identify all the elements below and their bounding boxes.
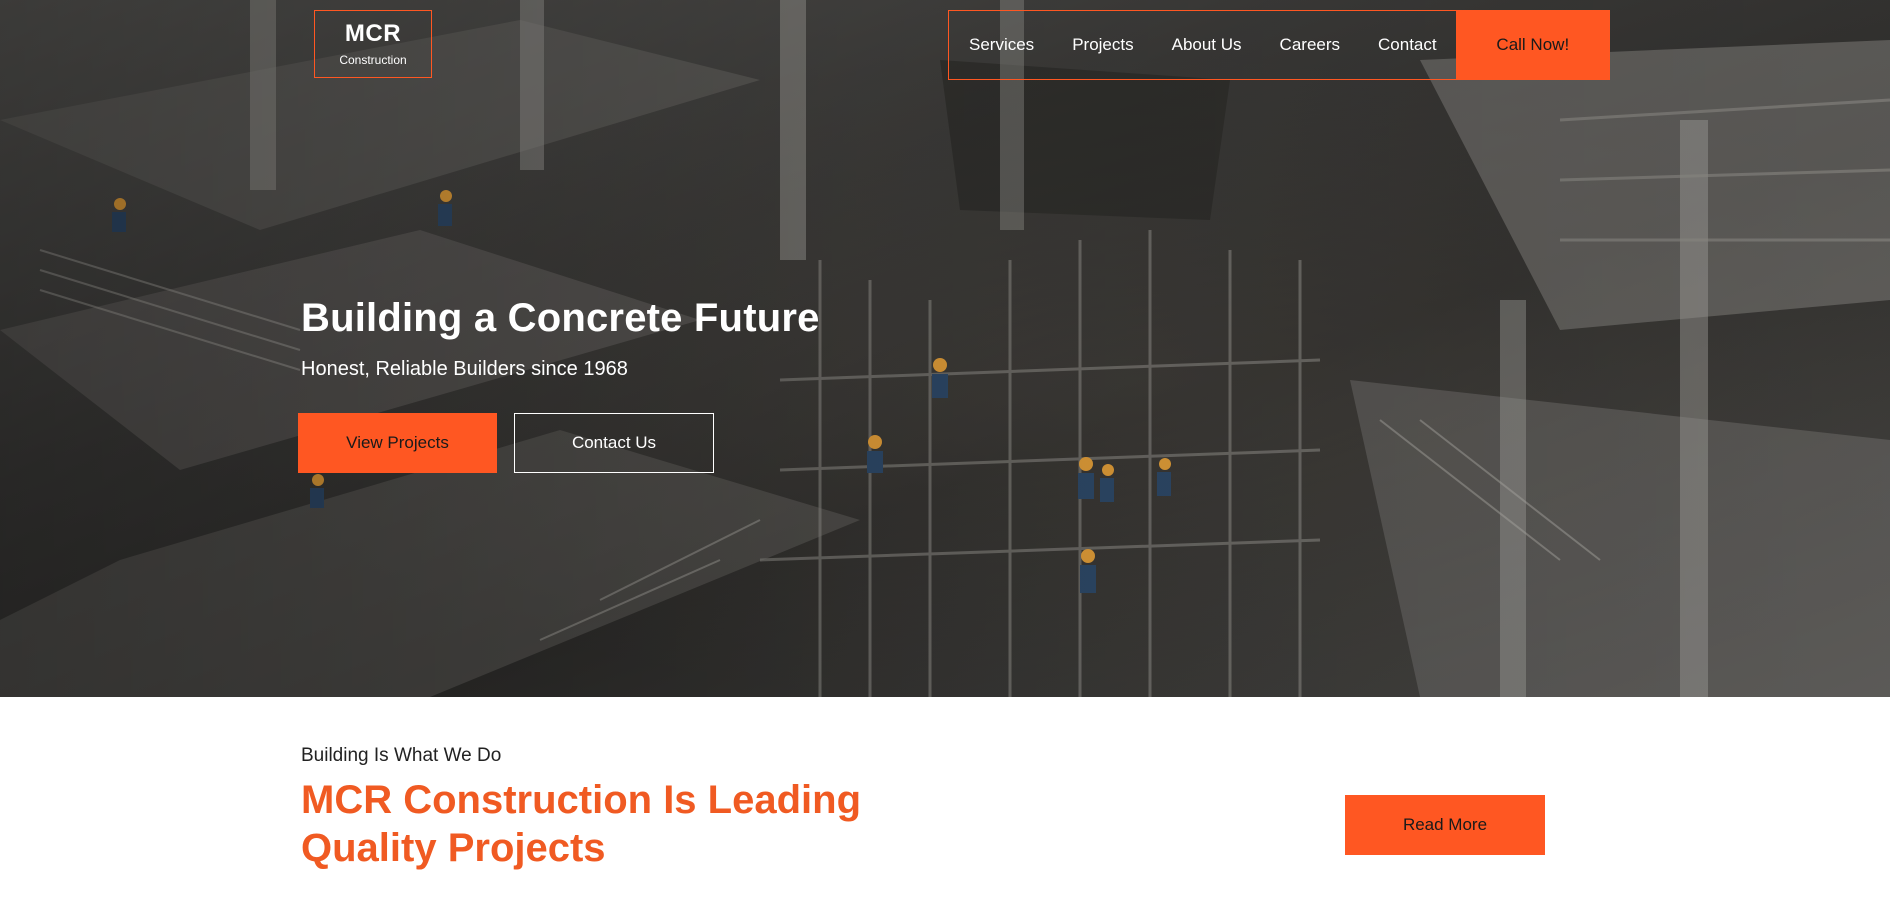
logo-title: MCR — [344, 20, 402, 47]
main-nav: Services Projects About Us Careers Conta… — [948, 10, 1610, 80]
nav-link-projects[interactable]: Projects — [1053, 35, 1152, 55]
contact-us-button[interactable]: Contact Us — [514, 413, 714, 473]
hero-subtitle: Honest, Reliable Builders since 1968 — [301, 358, 628, 380]
about-eyebrow: Building Is What We Do — [301, 745, 502, 766]
call-now-button[interactable]: Call Now! — [1455, 10, 1610, 80]
nav-link-about-us[interactable]: About Us — [1153, 35, 1261, 55]
nav-link-careers[interactable]: Careers — [1261, 35, 1359, 55]
site-logo[interactable]: MCR Construction — [314, 10, 432, 78]
nav-link-services[interactable]: Services — [949, 35, 1053, 55]
logo-subtitle: Construction — [339, 53, 407, 67]
hero-section: MCR Construction Services Projects About… — [0, 0, 1890, 697]
read-more-button[interactable]: Read More — [1345, 795, 1545, 855]
nav-links: Services Projects About Us Careers Conta… — [949, 11, 1456, 79]
hero-overlay — [0, 0, 1890, 697]
about-title: MCR Construction Is Leading Quality Proj… — [301, 778, 861, 870]
hero-title: Building a Concrete Future — [301, 296, 820, 340]
view-projects-button[interactable]: View Projects — [298, 413, 497, 473]
nav-link-contact[interactable]: Contact — [1359, 35, 1456, 55]
